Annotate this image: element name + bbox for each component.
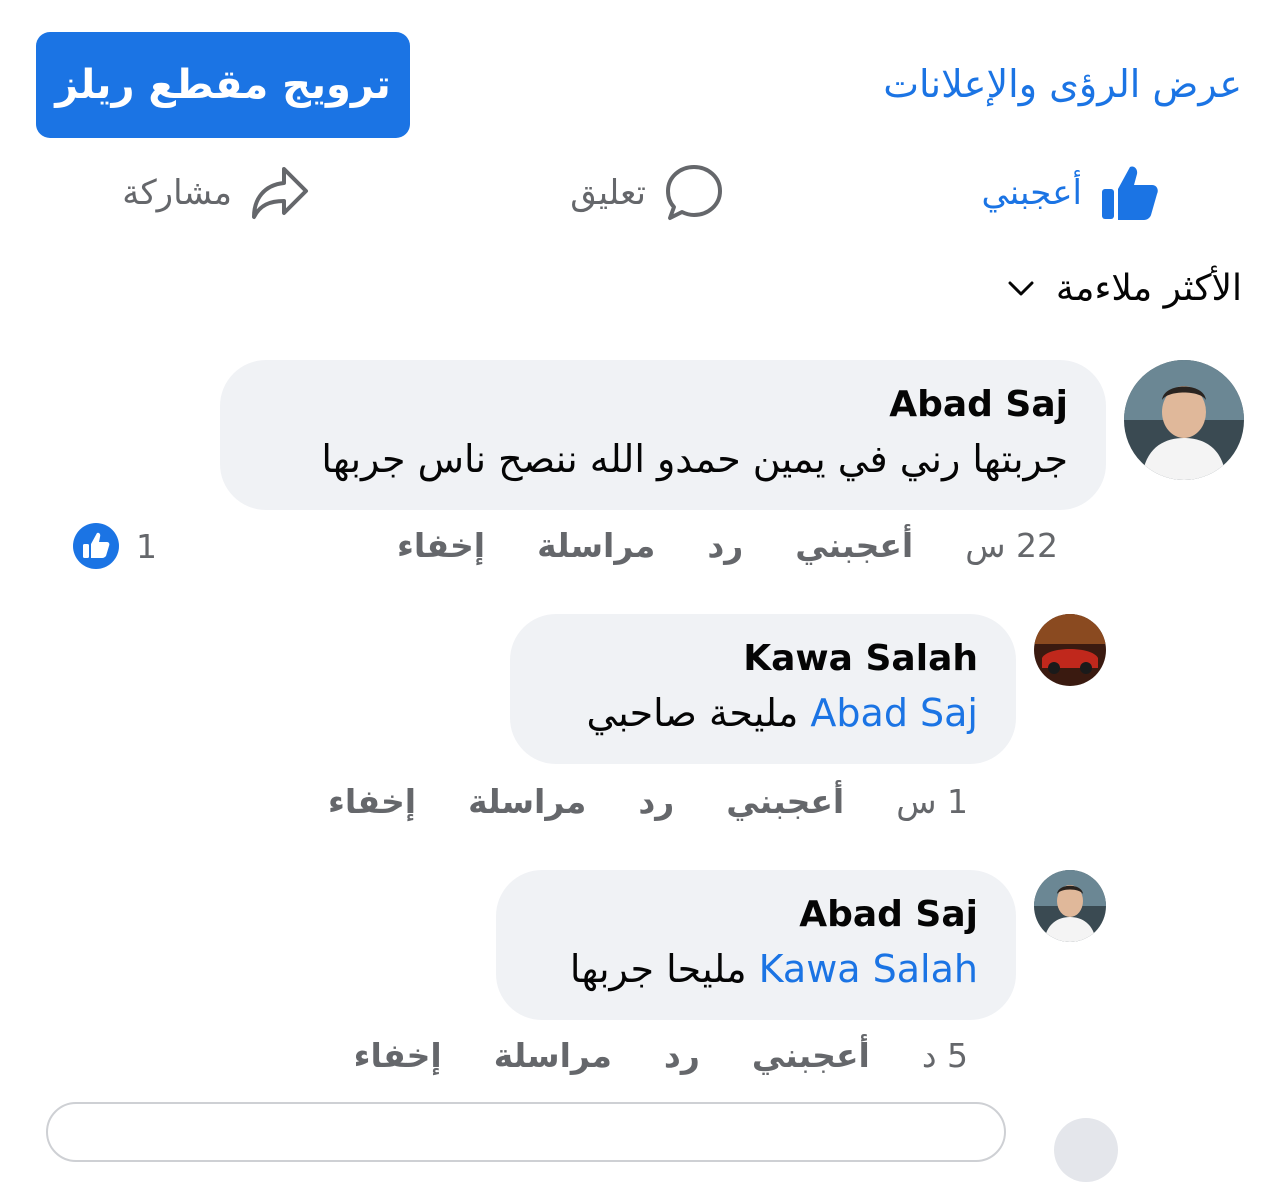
promote-reel-button[interactable]: ترويج مقطع ريلز — [36, 32, 410, 138]
comment-mention[interactable]: Abad Saj — [810, 691, 978, 735]
reaction-count: 1 — [136, 526, 157, 566]
comment-meta: 22 س أعجبني رد مراسلة إخفاء — [397, 526, 1058, 565]
speech-bubble-icon — [666, 165, 722, 220]
comment-hide-button[interactable]: إخفاء — [354, 1036, 442, 1075]
like-label: أعجبني — [981, 173, 1082, 213]
comment-like-button[interactable]: أعجبني — [726, 782, 844, 821]
comment-meta: 5 د أعجبني رد مراسلة إخفاء — [354, 1036, 968, 1075]
comment-bubble: Abad Saj Kawa Salah مليحا جربها — [496, 870, 1016, 1020]
reaction-summary[interactable]: 1 — [72, 522, 157, 570]
comment-button[interactable]: تعليق — [570, 160, 724, 226]
comment-hide-button[interactable]: إخفاء — [328, 782, 416, 821]
comment-time: 1 س — [896, 782, 968, 821]
comment-like-button[interactable]: أعجبني — [752, 1036, 870, 1075]
share-label: مشاركة — [122, 173, 232, 213]
avatar — [1054, 1118, 1118, 1182]
comment-message-button[interactable]: مراسلة — [468, 782, 586, 821]
comment-mention[interactable]: Kawa Salah — [759, 947, 978, 991]
like-button[interactable]: أعجبني — [981, 160, 1160, 226]
comment-reply-button[interactable]: رد — [664, 1036, 700, 1075]
comment-like-button[interactable]: أعجبني — [795, 526, 913, 565]
like-reaction-icon — [73, 523, 119, 569]
share-button[interactable]: مشاركة — [122, 160, 310, 226]
avatar[interactable] — [1034, 614, 1106, 686]
avatar-photo — [1034, 870, 1106, 942]
comment-author[interactable]: Abad Saj — [258, 380, 1068, 430]
comment-composer-input[interactable] — [46, 1102, 1006, 1162]
comment-message-button[interactable]: مراسلة — [494, 1036, 612, 1075]
comment-message-button[interactable]: مراسلة — [537, 526, 655, 565]
comment-text-line: Abad Saj مليحة صاحبي — [548, 684, 978, 742]
comment-author[interactable]: Abad Saj — [534, 890, 978, 940]
avatar-photo — [1124, 360, 1244, 480]
comment-time: 22 س — [965, 526, 1058, 565]
comment-bubble: Kawa Salah Abad Saj مليحة صاحبي — [510, 614, 1016, 764]
avatar[interactable] — [1124, 360, 1244, 480]
comment-text: مليحة صاحبي — [586, 691, 799, 735]
comment-author[interactable]: Kawa Salah — [548, 634, 978, 684]
comment-label: تعليق — [570, 173, 646, 213]
sort-dropdown[interactable]: الأكثر ملاءمة — [1008, 268, 1242, 309]
comment-reply-button[interactable]: رد — [707, 526, 743, 565]
comment-text-line: Kawa Salah مليحا جربها — [534, 940, 978, 998]
comment-bubble: Abad Saj جربتها رني في يمين حمدو الله نن… — [220, 360, 1106, 510]
comment-reply-button[interactable]: رد — [638, 782, 674, 821]
comment-text: جربتها رني في يمين حمدو الله ننصح ناس جر… — [321, 437, 1068, 481]
chevron-down-icon — [1008, 281, 1034, 295]
avatar-photo — [1034, 614, 1106, 686]
comment-hide-button[interactable]: إخفاء — [397, 526, 485, 565]
comment-text: مليحا جربها — [569, 947, 747, 991]
sort-label: الأكثر ملاءمة — [1055, 268, 1242, 309]
comment-meta: 1 س أعجبني رد مراسلة إخفاء — [328, 782, 968, 821]
thumbs-up-icon — [1102, 166, 1158, 220]
view-insights-link[interactable]: عرض الرؤى والإعلانات — [883, 56, 1242, 112]
comment-time: 5 د — [921, 1036, 968, 1075]
avatar[interactable] — [1034, 870, 1106, 942]
share-arrow-icon — [252, 167, 308, 219]
